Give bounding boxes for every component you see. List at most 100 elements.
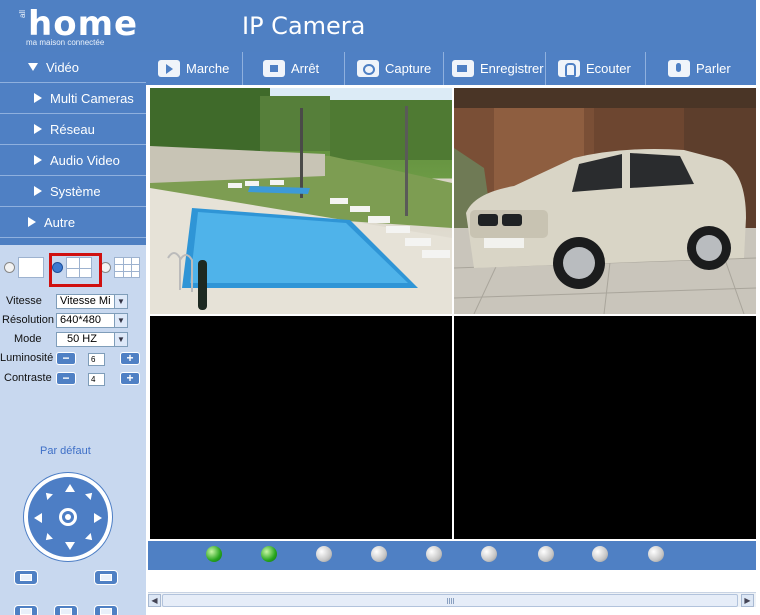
- reset-defaults-link[interactable]: Par défaut: [40, 445, 91, 457]
- sidebar-item-label: Audio Video: [50, 152, 120, 168]
- car-image: [454, 88, 756, 314]
- speed-select[interactable]: Vitesse Mi ▼: [56, 294, 128, 309]
- logo-tagline: ma maison connectée: [26, 38, 105, 47]
- talk-button[interactable]: Parler: [646, 52, 756, 85]
- patrol-icon: [100, 608, 112, 615]
- contrast-decrease-button[interactable]: −: [56, 372, 76, 385]
- chevron-right-icon: [34, 93, 42, 103]
- camera-view-4[interactable]: [454, 316, 756, 539]
- resolution-value: 640*480: [60, 314, 101, 326]
- chevron-right-icon: [34, 186, 42, 196]
- chevron-down-icon[interactable]: ▼: [114, 314, 127, 327]
- sidebar-item-audio-video[interactable]: Audio Video: [0, 145, 146, 176]
- video-grid: [148, 86, 756, 541]
- channel-7-status-icon[interactable]: [538, 546, 554, 562]
- chevron-down-icon: [28, 63, 38, 71]
- channel-1-status-icon[interactable]: [206, 546, 222, 562]
- channel-9-status-icon[interactable]: [648, 546, 664, 562]
- chevron-down-icon[interactable]: ▼: [114, 295, 127, 308]
- camera-view-1[interactable]: [150, 88, 452, 314]
- channel-status-bar: [148, 541, 756, 570]
- app-header: all home ma maison connectée IP Camera: [0, 0, 756, 52]
- brightness-increase-button[interactable]: +: [120, 352, 140, 365]
- radio-button[interactable]: [4, 262, 15, 273]
- start-label: Marche: [186, 61, 230, 76]
- speed-label: Vitesse: [6, 295, 42, 307]
- capture-button[interactable]: Capture: [345, 52, 444, 85]
- sidebar-item-network[interactable]: Réseau: [0, 114, 146, 145]
- listen-icon: [558, 60, 580, 77]
- brightness-label: Luminosité: [0, 352, 54, 364]
- capture-label: Capture: [385, 61, 432, 76]
- logo-prefix: all: [18, 10, 27, 19]
- ptz-center-icon[interactable]: [59, 508, 77, 526]
- stop-button[interactable]: Arrêt: [243, 52, 345, 85]
- sidebar-item-other[interactable]: Autre: [0, 207, 146, 238]
- stop-patrol-button[interactable]: [94, 605, 118, 615]
- pan-up-icon[interactable]: [65, 484, 75, 492]
- mode-select[interactable]: 50 HZ ▼: [56, 332, 128, 347]
- record-button[interactable]: Enregistrer: [444, 52, 546, 85]
- sidebar-item-system[interactable]: Système: [0, 176, 146, 207]
- chevron-right-icon: [28, 217, 36, 227]
- resolution-select[interactable]: 640*480 ▼: [56, 313, 128, 328]
- layout-option-1[interactable]: [4, 255, 48, 281]
- sidebar-item-label: Système: [50, 183, 101, 199]
- horizontal-patrol-button[interactable]: [54, 605, 78, 615]
- mirror-button[interactable]: [94, 570, 118, 585]
- sidebar-item-multi-cameras[interactable]: Multi Cameras: [0, 83, 146, 114]
- channel-4-status-icon[interactable]: [371, 546, 387, 562]
- nine-view-icon: [114, 257, 140, 278]
- sidebar-item-label: Réseau: [50, 121, 95, 137]
- flip-vertical-button[interactable]: [14, 570, 38, 585]
- flip-icon: [20, 574, 32, 581]
- camera-view-2[interactable]: [454, 88, 756, 314]
- pan-down-right-icon[interactable]: [85, 533, 95, 543]
- grip-icon: [447, 598, 455, 604]
- channel-2-status-icon[interactable]: [261, 546, 277, 562]
- layout-selector: [4, 253, 144, 287]
- video-control-panel: Vitesse Vitesse Mi ▼ Résolution 640*480 …: [0, 245, 146, 615]
- mode-label: Mode: [14, 333, 42, 345]
- scroll-left-icon[interactable]: ◀: [148, 594, 161, 607]
- camera-view-3[interactable]: [150, 316, 452, 539]
- mirror-icon: [100, 574, 112, 581]
- channel-3-status-icon[interactable]: [316, 546, 332, 562]
- chevron-right-icon: [34, 155, 42, 165]
- microphone-icon: [668, 60, 690, 77]
- sidebar-item-video[interactable]: Vidéo: [0, 52, 146, 83]
- contrast-increase-button[interactable]: +: [120, 372, 140, 385]
- brightness-decrease-button[interactable]: −: [56, 352, 76, 365]
- scrollbar-thumb[interactable]: [162, 594, 738, 607]
- pan-down-icon[interactable]: [65, 542, 75, 550]
- contrast-value[interactable]: 4: [88, 373, 105, 386]
- pan-right-icon[interactable]: [94, 513, 102, 523]
- chevron-down-icon[interactable]: ▼: [114, 333, 127, 346]
- start-button[interactable]: Marche: [146, 52, 243, 85]
- layout-option-9[interactable]: [100, 255, 144, 281]
- pan-up-right-icon[interactable]: [85, 490, 95, 500]
- brightness-value[interactable]: 6: [88, 353, 105, 366]
- horizontal-scrollbar[interactable]: ◀ ▶: [148, 592, 756, 607]
- pan-down-left-icon[interactable]: [43, 533, 53, 543]
- vertical-arrows-icon: [20, 608, 32, 615]
- scroll-right-icon[interactable]: ▶: [741, 594, 754, 607]
- listen-button[interactable]: Ecouter: [546, 52, 646, 85]
- horizontal-arrows-icon: [60, 608, 72, 615]
- ptz-control-pad[interactable]: [24, 473, 112, 561]
- sidebar-item-label: Autre: [44, 214, 76, 230]
- channel-8-status-icon[interactable]: [592, 546, 608, 562]
- stop-label: Arrêt: [291, 61, 320, 76]
- contrast-label: Contraste: [4, 372, 52, 384]
- stop-icon: [263, 60, 285, 77]
- vertical-patrol-button[interactable]: [14, 605, 38, 615]
- speed-value: Vitesse Mi: [60, 295, 111, 307]
- play-icon: [158, 60, 180, 77]
- mode-value: 50 HZ: [67, 333, 97, 345]
- pan-left-icon[interactable]: [34, 513, 42, 523]
- page-title: IP Camera: [242, 12, 366, 40]
- channel-6-status-icon[interactable]: [481, 546, 497, 562]
- channel-5-status-icon[interactable]: [426, 546, 442, 562]
- listen-label: Ecouter: [586, 61, 631, 76]
- pan-up-left-icon[interactable]: [43, 490, 53, 500]
